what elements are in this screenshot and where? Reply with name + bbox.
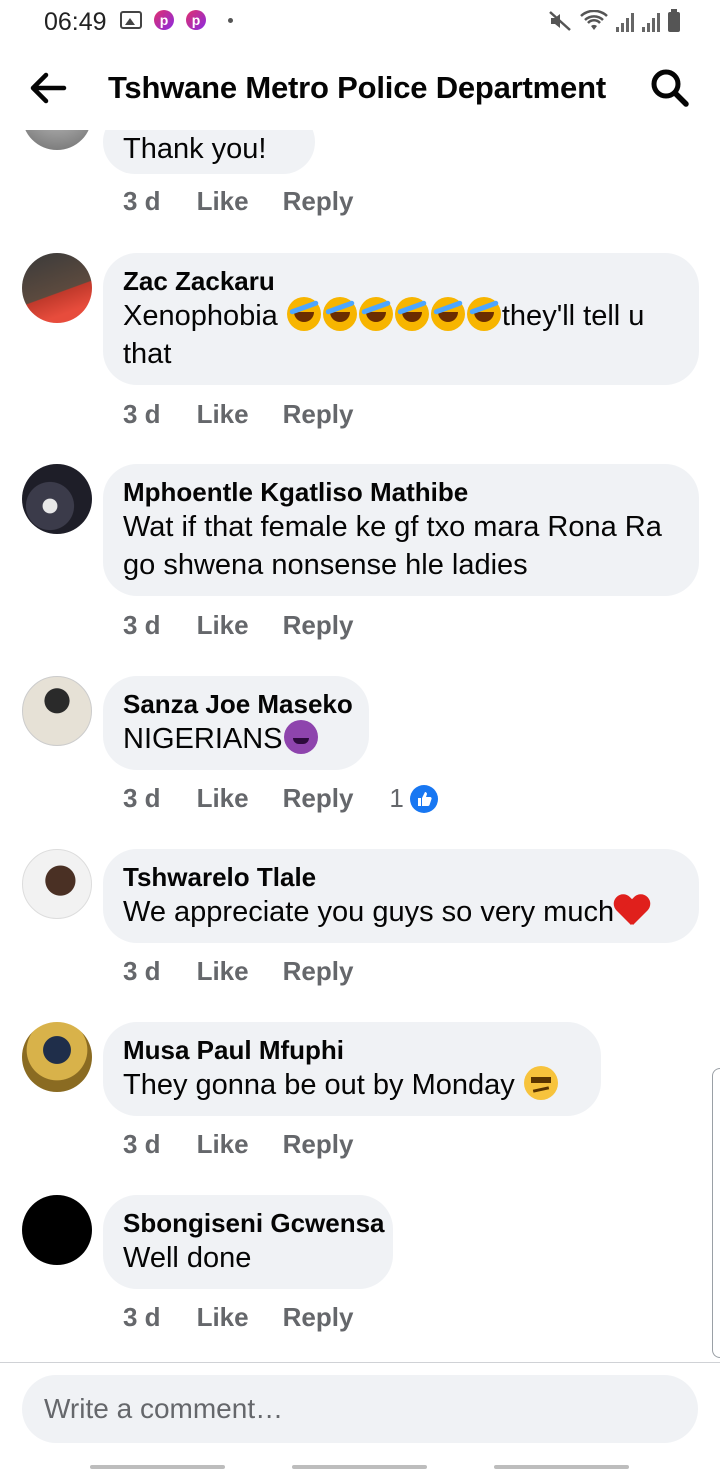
comment-text: Well done [123,1242,252,1274]
comment-time[interactable]: 3 d [123,783,161,814]
devil-emoji-icon [283,720,318,754]
comment-bubble: Musa Paul Mfuphi They gonna be out by Mo… [103,1022,601,1116]
comment-author[interactable]: Tshwarelo Tlale [123,861,679,893]
comment-author[interactable]: Sanza Joe Maseko [123,688,353,720]
reaction-count: 1 [389,783,404,813]
comments-list: Thank you! 3 d Like Reply Zac Zackaru Xe… [0,0,720,1362]
system-nav-bar [0,1454,720,1480]
page-title: Tshwane Metro Police Department [108,70,606,105]
comment-text: Thank you! [123,133,267,165]
search-button[interactable] [648,66,692,110]
comment-bubble: Sanza Joe Maseko NIGERIANS [103,676,369,770]
comment-time[interactable]: 3 d [123,956,161,987]
signal-icon [616,12,634,32]
notification-icons: p p [120,10,233,30]
reply-button[interactable]: Reply [283,956,354,987]
thumbs-up-icon [409,784,438,813]
like-button[interactable]: Like [197,399,249,430]
nav-back-handle[interactable] [494,1465,629,1469]
gallery-icon [120,11,142,29]
like-button[interactable]: Like [197,1129,249,1160]
avatar[interactable] [22,1195,92,1265]
laughing-emoji-icon [358,297,393,331]
smirk-emoji-icon [523,1066,558,1100]
comment-text: They gonna be out by Monday [123,1066,581,1104]
comment-actions: 3 d Like Reply 1 [123,783,438,814]
like-button[interactable]: Like [197,610,249,641]
comment-text: We appreciate you guys so very much [123,893,679,931]
comment-input[interactable]: Write a comment… [22,1375,698,1443]
composer-area: Write a comment… [0,1362,720,1454]
app-notification-icon: p [154,10,174,30]
battery-icon [668,9,680,32]
status-time: 06:49 [44,8,107,36]
like-button[interactable]: Like [197,956,249,987]
laughing-emoji-icon [322,297,357,331]
avatar[interactable] [22,676,92,746]
comment-text: Wat if that female ke gf txo mara Rona R… [123,511,662,581]
more-notifications-icon [228,17,233,23]
comment-actions: 3 d Like Reply [123,399,353,430]
avatar[interactable] [22,253,92,323]
comment-actions: 3 d Like Reply [123,1302,353,1333]
reaction-summary[interactable]: 1 [389,783,438,814]
nav-recents-handle[interactable] [90,1465,225,1469]
app-header: Tshwane Metro Police Department [0,44,720,130]
wifi-icon [580,10,608,30]
like-button[interactable]: Like [197,186,249,217]
laughing-emoji-icon [430,297,465,331]
comment-text-part: We appreciate you guys so very much [123,896,615,928]
comment-bubble: Mphoentle Kgatliso Mathibe Wat if that f… [103,464,699,596]
back-button[interactable] [24,64,72,112]
comment-text-part: NIGERIANS [123,723,283,755]
laughing-emoji-icon [466,297,501,331]
like-button[interactable]: Like [197,1302,249,1333]
comment-author[interactable]: Zac Zackaru [123,265,679,297]
laughing-emoji-icon [394,297,429,331]
comment-time[interactable]: 3 d [123,1302,161,1333]
comment-actions: 3 d Like Reply [123,1129,353,1160]
comment-time[interactable]: 3 d [123,399,161,430]
system-icons [548,9,680,32]
back-arrow-icon [30,72,67,104]
comment-bubble: Sbongiseni Gcwensa Well done [103,1195,393,1289]
laughing-emoji-icon [286,297,321,331]
app-notification-icon: p [186,10,206,30]
comment-author[interactable]: Sbongiseni Gcwensa [123,1207,385,1239]
reply-button[interactable]: Reply [283,1129,354,1160]
reply-button[interactable]: Reply [283,610,354,641]
comment-actions: 3 d Like Reply [123,610,353,641]
mute-icon [549,11,571,31]
comment-bubble: Tshwarelo Tlale We appreciate you guys s… [103,849,699,943]
comment-text-part: Xenophobia [123,300,286,332]
signal-icon [642,12,660,32]
status-bar: 06:49 p p [0,0,720,44]
reply-button[interactable]: Reply [283,186,354,217]
heart-emoji-icon [614,895,650,927]
reply-button[interactable]: Reply [283,399,354,430]
nav-home-handle[interactable] [292,1465,427,1469]
search-icon [651,69,689,107]
scrollbar[interactable] [712,1068,720,1358]
comment-author[interactable]: Musa Paul Mfuphi [123,1034,581,1066]
comment-text: NIGERIANS [123,720,349,758]
comment-author[interactable]: Mphoentle Kgatliso Mathibe [123,476,679,508]
comment-actions: 3 d Like Reply [123,956,353,987]
comment-time[interactable]: 3 d [123,1129,161,1160]
reply-button[interactable]: Reply [283,1302,354,1333]
like-button[interactable]: Like [197,783,249,814]
comment-actions: 3 d Like Reply [123,186,353,217]
avatar[interactable] [22,849,92,919]
comment-text: Xenophobia they'll tell u that [123,297,679,373]
reply-button[interactable]: Reply [283,783,354,814]
comment-text-part: They gonna be out by Monday [123,1069,523,1101]
comment-bubble: Zac Zackaru Xenophobia they'll tell u th… [103,253,699,385]
comment-time[interactable]: 3 d [123,186,161,217]
comment-time[interactable]: 3 d [123,610,161,641]
avatar[interactable] [22,1022,92,1092]
avatar[interactable] [22,464,92,534]
